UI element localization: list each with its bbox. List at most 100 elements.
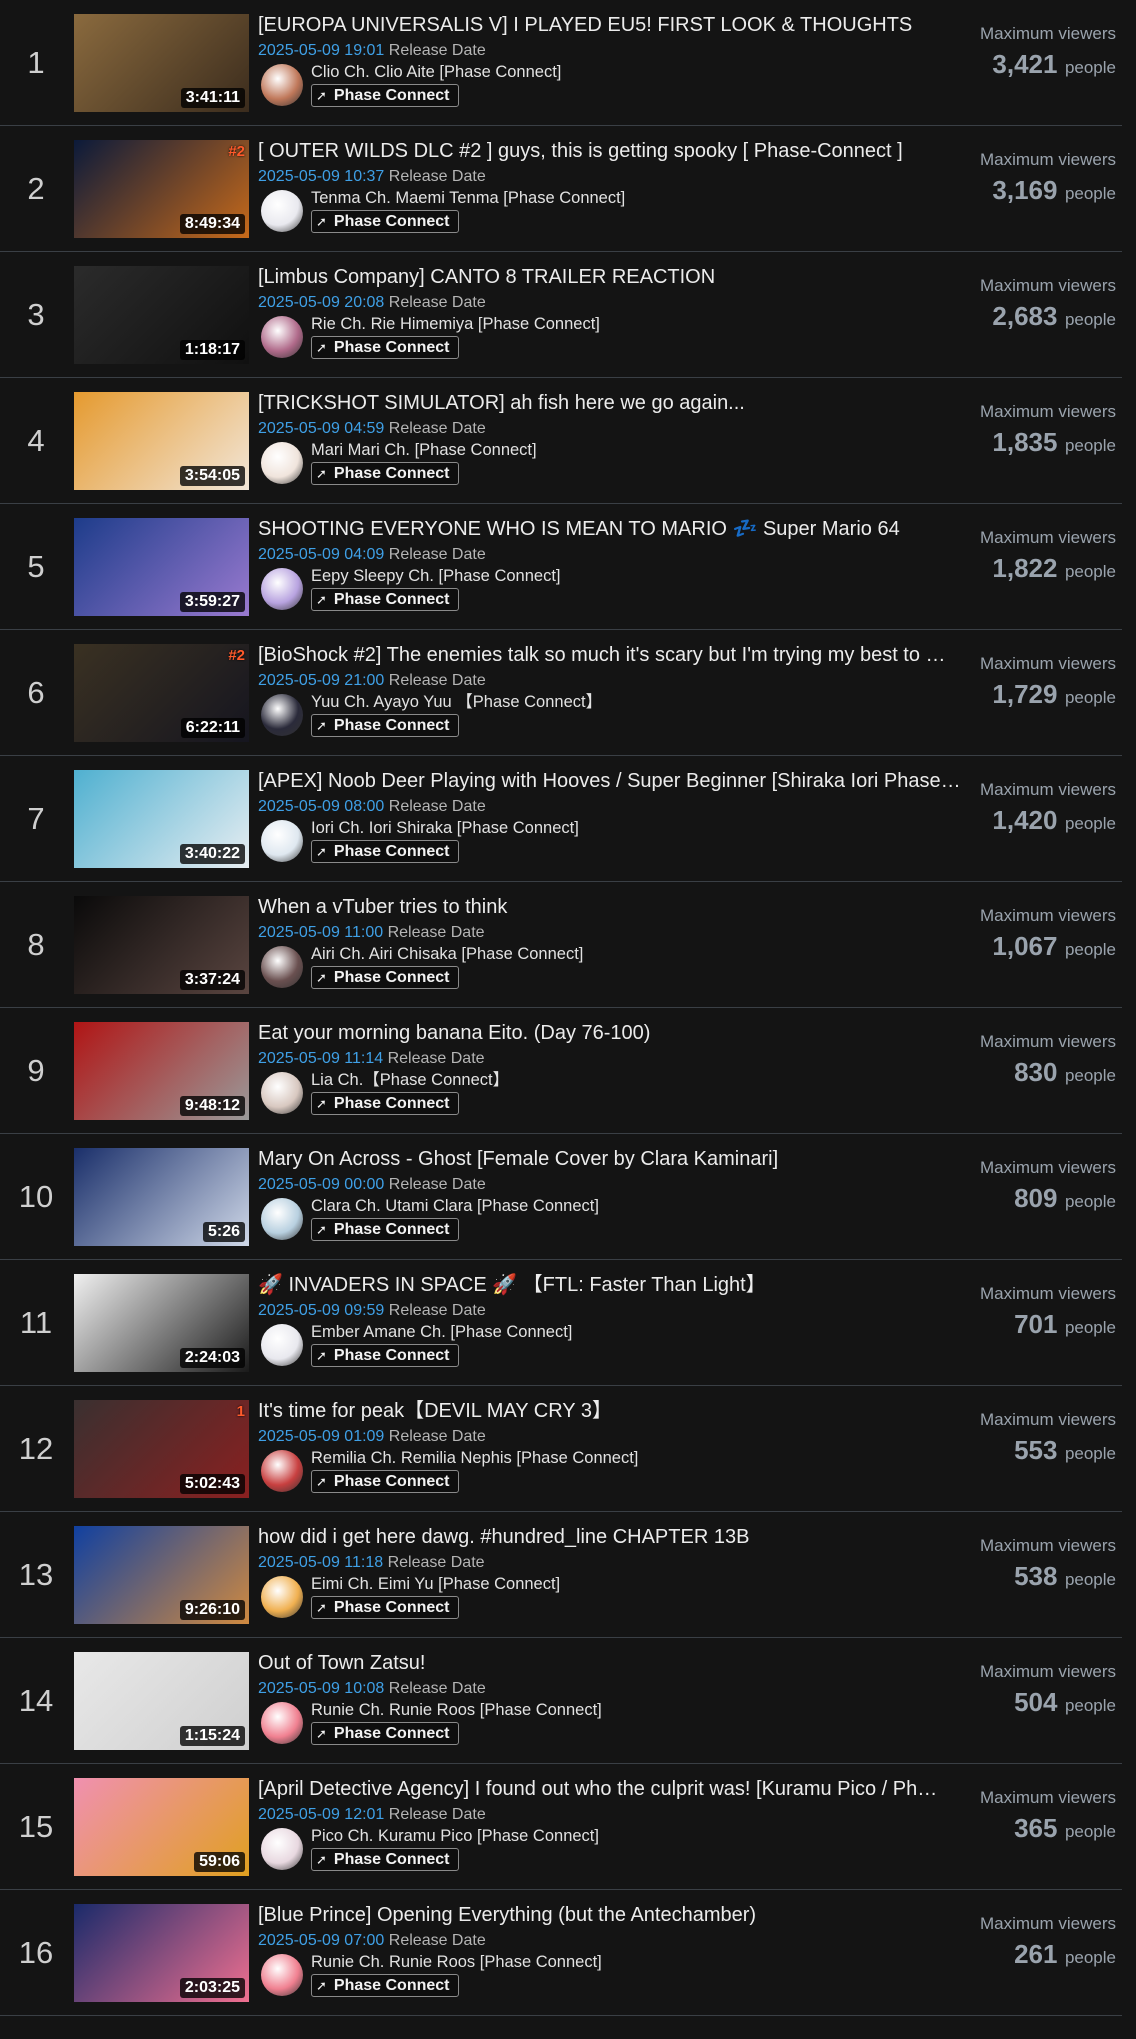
channel-name-link[interactable]: Eepy Sleepy Ch. [Phase Connect] [311,566,560,586]
group-tag-button[interactable]: ➚ Phase Connect [311,966,459,989]
channel-name-link[interactable]: Runie Ch. Runie Roos [Phase Connect] [311,1952,602,1972]
channel-avatar[interactable] [261,190,303,232]
stream-row[interactable]: 1 3:41:11 [EUROPA UNIVERSALIS V] I PLAYE… [0,0,1122,126]
video-title-link[interactable]: 🚀 INVADERS IN SPACE 🚀 【FTL: Faster Than … [258,1272,978,1298]
channel-name-link[interactable]: Remilia Ch. Remilia Nephis [Phase Connec… [311,1448,638,1468]
video-thumbnail[interactable]: 1:15:24 [74,1652,249,1750]
group-tag-button[interactable]: ➚ Phase Connect [311,462,459,485]
channel-avatar[interactable] [261,64,303,106]
video-thumbnail[interactable]: 9:26:10 [74,1526,249,1624]
video-thumbnail[interactable]: 59:06 [74,1778,249,1876]
channel-avatar[interactable] [261,1072,303,1114]
channel-avatar[interactable] [261,1576,303,1618]
video-title-link[interactable]: [EUROPA UNIVERSALIS V] I PLAYED EU5! FIR… [258,12,978,38]
max-viewers-label: Maximum viewers [979,1032,1116,1051]
group-tag-button[interactable]: ➚ Phase Connect [311,1344,459,1367]
video-thumbnail[interactable]: 3:40:22 [74,770,249,868]
video-thumbnail[interactable]: #2 8:49:34 [74,140,249,238]
viewer-unit: people [1064,1822,1116,1841]
group-tag-button[interactable]: ➚ Phase Connect [311,714,459,737]
video-title-link[interactable]: [Limbus Company] CANTO 8 TRAILER REACTIO… [258,264,978,290]
video-thumbnail[interactable]: 1 5:02:43 [74,1400,249,1498]
channel-avatar[interactable] [261,694,303,736]
stream-row[interactable]: 3 1:18:17 [Limbus Company] CANTO 8 TRAIL… [0,252,1122,378]
video-title-link[interactable]: [TRICKSHOT SIMULATOR] ah fish here we go… [258,390,978,416]
video-title-link[interactable]: SHOOTING EVERYONE WHO IS MEAN TO MARIO 💤… [258,516,978,542]
video-title-link[interactable]: [BioShock #2] The enemies talk so much i… [258,642,978,668]
channel-avatar[interactable] [261,442,303,484]
channel-avatar[interactable] [261,1450,303,1492]
group-tag-button[interactable]: ➚ Phase Connect [311,336,459,359]
channel-avatar[interactable] [261,1702,303,1744]
stream-row[interactable]: 16 2:03:25 [Blue Prince] Opening Everyth… [0,1890,1122,2016]
channel-avatar[interactable] [261,568,303,610]
channel-name-link[interactable]: Pico Ch. Kuramu Pico [Phase Connect] [311,1826,599,1846]
stream-row[interactable]: 8 3:37:24 When a vTuber tries to think 2… [0,882,1122,1008]
stream-row[interactable]: 4 3:54:05 [TRICKSHOT SIMULATOR] ah fish … [0,378,1122,504]
video-thumbnail[interactable]: 9:48:12 [74,1022,249,1120]
group-tag-button[interactable]: ➚ Phase Connect [311,1470,459,1493]
channel-avatar[interactable] [261,1198,303,1240]
video-title-link[interactable]: Out of Town Zatsu! [258,1650,978,1676]
channel-avatar[interactable] [261,946,303,988]
channel-avatar[interactable] [261,1954,303,1996]
video-title-link[interactable]: [APEX] Noob Deer Playing with Hooves / S… [258,768,978,794]
channel-name-link[interactable]: Tenma Ch. Maemi Tenma [Phase Connect] [311,188,625,208]
video-title-link[interactable]: [Blue Prince] Opening Everything (but th… [258,1902,978,1928]
video-thumbnail[interactable]: 3:54:05 [74,392,249,490]
stream-row[interactable]: 7 3:40:22 [APEX] Noob Deer Playing with … [0,756,1122,882]
video-thumbnail[interactable]: 1:18:17 [74,266,249,364]
channel-name-link[interactable]: Ember Amane Ch. [Phase Connect] [311,1322,572,1342]
video-title-link[interactable]: Mary On Across - Ghost [Female Cover by … [258,1146,978,1172]
video-title-link[interactable]: [April Detective Agency] I found out who… [258,1776,978,1802]
channel-avatar[interactable] [261,820,303,862]
stream-row[interactable]: 12 1 5:02:43 It's time for peak【DEVIL MA… [0,1386,1122,1512]
video-thumbnail[interactable]: 2:03:25 [74,1904,249,2002]
video-thumbnail[interactable]: 3:41:11 [74,14,249,112]
stream-row[interactable]: 2 #2 8:49:34 [ OUTER WILDS DLC #2 ] guys… [0,126,1122,252]
video-thumbnail[interactable]: 3:37:24 [74,896,249,994]
stream-row[interactable]: 15 59:06 [April Detective Agency] I foun… [0,1764,1122,1890]
group-tag-button[interactable]: ➚ Phase Connect [311,840,459,863]
video-title-link[interactable]: how did i get here dawg. #hundred_line C… [258,1524,978,1550]
channel-name-link[interactable]: Iori Ch. Iori Shiraka [Phase Connect] [311,818,579,838]
group-tag-button[interactable]: ➚ Phase Connect [311,588,459,611]
channel-name-link[interactable]: Mari Mari Ch. [Phase Connect] [311,440,537,460]
video-thumbnail[interactable]: #2 6:22:11 [74,644,249,742]
channel-name-link[interactable]: Eimi Ch. Eimi Yu [Phase Connect] [311,1574,560,1594]
channel-name-link[interactable]: Airi Ch. Airi Chisaka [Phase Connect] [311,944,583,964]
group-tag-button[interactable]: ➚ Phase Connect [311,84,459,107]
group-tag-button[interactable]: ➚ Phase Connect [311,210,459,233]
group-tag-button[interactable]: ➚ Phase Connect [311,1092,459,1115]
video-title-link[interactable]: Eat your morning banana Eito. (Day 76-10… [258,1020,978,1046]
stream-row[interactable]: 10 5:26 Mary On Across - Ghost [Female C… [0,1134,1122,1260]
channel-name-link[interactable]: Clara Ch. Utami Clara [Phase Connect] [311,1196,599,1216]
channel-name-link[interactable]: Clio Ch. Clio Aite [Phase Connect] [311,62,561,82]
video-thumbnail[interactable]: 3:59:27 [74,518,249,616]
group-tag-button[interactable]: ➚ Phase Connect [311,1722,459,1745]
stream-row[interactable]: 5 3:59:27 SHOOTING EVERYONE WHO IS MEAN … [0,504,1122,630]
video-title-link[interactable]: It's time for peak【DEVIL MAY CRY 3】 [258,1398,978,1424]
channel-avatar[interactable] [261,316,303,358]
channel-avatar[interactable] [261,1324,303,1366]
group-tag-button[interactable]: ➚ Phase Connect [311,1596,459,1619]
channel-name-link[interactable]: Lia Ch.【Phase Connect】 [311,1070,509,1090]
stream-row[interactable]: 6 #2 6:22:11 [BioShock #2] The enemies t… [0,630,1122,756]
video-title-link[interactable]: [ OUTER WILDS DLC #2 ] guys, this is get… [258,138,978,164]
group-tag-button[interactable]: ➚ Phase Connect [311,1848,459,1871]
stream-row[interactable]: 13 9:26:10 how did i get here dawg. #hun… [0,1512,1122,1638]
group-tag-button[interactable]: ➚ Phase Connect [311,1974,459,1997]
channel-name-link[interactable]: Yuu Ch. Ayayo Yuu 【Phase Connect】 [311,692,602,712]
channel-name-link[interactable]: Rie Ch. Rie Himemiya [Phase Connect] [311,314,600,334]
channel-name-link[interactable]: Runie Ch. Runie Roos [Phase Connect] [311,1700,602,1720]
group-tag-button[interactable]: ➚ Phase Connect [311,1218,459,1241]
video-thumbnail[interactable]: 5:26 [74,1148,249,1246]
video-title-link[interactable]: When a vTuber tries to think [258,894,978,920]
video-thumbnail[interactable]: 2:24:03 [74,1274,249,1372]
stream-row[interactable]: 9 9:48:12 Eat your morning banana Eito. … [0,1008,1122,1134]
stream-row[interactable]: 11 2:24:03 🚀 INVADERS IN SPACE 🚀 【FTL: F… [0,1260,1122,1386]
stream-row[interactable]: 14 1:15:24 Out of Town Zatsu! 2025-05-09… [0,1638,1122,1764]
max-viewers-label: Maximum viewers [979,150,1116,169]
viewer-count: 1,420 [992,805,1058,835]
channel-avatar[interactable] [261,1828,303,1870]
